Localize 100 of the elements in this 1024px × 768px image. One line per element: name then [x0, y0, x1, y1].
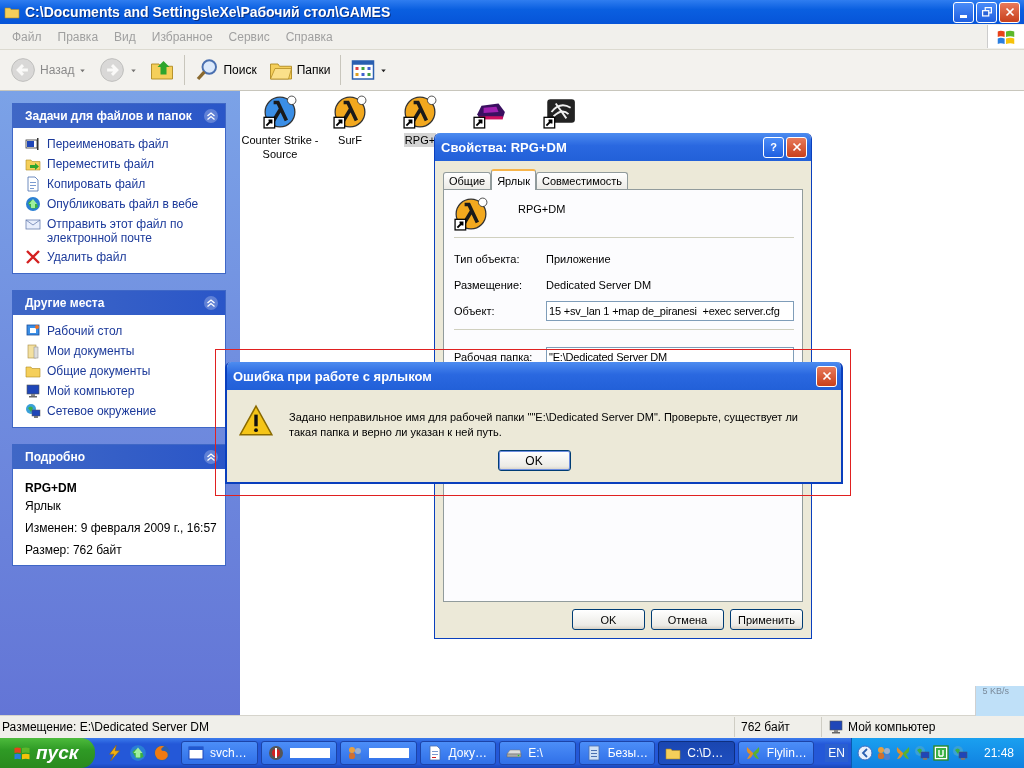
butterfly-icon [744, 745, 761, 761]
dialog-button[interactable]: OK [572, 609, 645, 630]
help-button[interactable]: ? [763, 136, 784, 158]
dialog-title: Свойства: RPG+DM [441, 139, 568, 155]
task-link[interactable]: Мои документы [47, 343, 135, 358]
file-label[interactable]: Counter Strike - Source [237, 133, 323, 161]
detail-line: Размер: 762 байт [25, 543, 123, 557]
window-icon [187, 745, 204, 761]
panel-header[interactable]: Подробно [13, 445, 225, 469]
panel-title: Задачи для файлов и папок [25, 109, 192, 123]
close-button[interactable] [786, 136, 807, 158]
language-indicator[interactable]: EN [825, 744, 848, 762]
task-link[interactable]: Опубликовать файл в вебе [47, 196, 199, 211]
lambda-icon [403, 95, 437, 129]
notepad-icon [585, 745, 602, 761]
restore-button[interactable] [976, 1, 997, 23]
panel-header[interactable]: Задачи для файлов и папок [13, 104, 225, 128]
document-icon [426, 745, 443, 761]
quick-launch-button[interactable] [127, 743, 148, 763]
taskbar-button[interactable] [340, 741, 417, 765]
start-button[interactable]: пуск [0, 738, 95, 768]
task-link[interactable]: Сетевое окружение [47, 403, 157, 418]
taskbar-button[interactable]: svch… [180, 741, 258, 765]
delete-icon [25, 249, 41, 265]
lambda-icon [454, 197, 488, 231]
search-button[interactable]: Поиск [191, 56, 261, 84]
globe-icon [25, 196, 41, 212]
window-title: C:\Documents and Settings\eXe\Рабочий стол\GAMES [25, 4, 392, 20]
network-icon [952, 745, 968, 761]
taskbar-button[interactable]: E:\ [499, 741, 576, 765]
document-icon [25, 176, 41, 192]
file-type: Ярлык [25, 499, 62, 513]
task-link[interactable]: Переместить файл [47, 156, 155, 171]
redaction-bar [369, 748, 410, 758]
globe-icon [128, 744, 147, 762]
field-value: Dedicated Server DM [546, 279, 652, 291]
ok-button[interactable]: OK [497, 450, 571, 471]
minimize-button[interactable] [953, 1, 974, 23]
panel-title: Подробно [25, 450, 86, 464]
butterfly-icon [895, 745, 911, 761]
taskbar-button[interactable]: Безы… [578, 741, 656, 765]
taskbar-button[interactable]: Доку… [419, 741, 497, 765]
task-link[interactable]: Общие документы [47, 363, 151, 378]
folder-icon [25, 363, 41, 379]
network-icon [25, 403, 41, 419]
people-icon [876, 745, 892, 761]
field-label: Рабочая папка: [454, 352, 534, 363]
collapse-icon [203, 108, 219, 124]
dialog-title: Ошибка при работе с ярлыком [233, 368, 433, 384]
error-message: Задано неправильное имя для рабочей папки ""E:\Dedicated Server DM". Проверьте, существует ли такая папка и верно ли указан к ней путь. [289, 410, 800, 440]
torrent-icon [933, 745, 949, 761]
tray-button[interactable] [913, 744, 931, 762]
restore-icon [979, 5, 994, 19]
computer-icon [828, 719, 844, 735]
field-value: Приложение [546, 253, 611, 265]
field-label: Размещение: [454, 279, 524, 291]
taskbar-button[interactable]: C:\D… [658, 741, 735, 765]
warning-icon [239, 404, 273, 438]
task-link[interactable]: Рабочий стол [47, 323, 123, 338]
field-label: Объект: [454, 305, 496, 317]
tab[interactable]: Общие [443, 172, 492, 189]
back-icon [10, 57, 36, 83]
tab[interactable]: Ярлык [491, 169, 536, 190]
tray-button[interactable] [951, 744, 969, 762]
panel-title: Другие места [25, 296, 105, 310]
status-text: 762 байт [741, 720, 790, 734]
search-icon [195, 58, 220, 82]
close-button[interactable] [816, 365, 837, 387]
tab[interactable]: Совместимость [536, 172, 629, 189]
close-button[interactable] [999, 1, 1020, 23]
file-label[interactable]: RPG+ [403, 133, 437, 147]
tray-button[interactable] [932, 744, 950, 762]
move-file-icon [25, 156, 41, 172]
taskbar-button[interactable] [260, 741, 338, 765]
panel-header[interactable]: Другие места [13, 291, 225, 315]
minimize-icon [960, 14, 967, 18]
clock: 21:48 [984, 746, 1015, 760]
input-field[interactable]: 15 +sv_lan 1 +map de_piranesi +exec server.cfg [546, 301, 794, 321]
rename-icon [25, 136, 41, 152]
envelope-icon [25, 216, 41, 232]
task-link[interactable]: Удалить файл [47, 249, 127, 264]
people-icon [347, 745, 364, 761]
meter-reading: 5 KB/s [982, 686, 1009, 696]
folders-button[interactable]: Папки [264, 56, 335, 84]
detail-line: Изменен: 9 февраля 2009 г., 16:57 [25, 521, 217, 535]
task-link[interactable]: Мой компьютер [47, 383, 135, 398]
folder-up-icon [150, 58, 175, 82]
task-link[interactable]: Переименовать файл [47, 136, 169, 151]
dialog-button[interactable]: Применить [730, 609, 803, 630]
task-link[interactable]: Отправить этот файл по электронной почте [47, 216, 217, 245]
documents-folder-icon [25, 343, 41, 359]
folder-icon [4, 4, 20, 20]
forward-icon [99, 57, 126, 83]
task-link[interactable]: Копировать файл [47, 176, 146, 191]
dialog-button[interactable]: Отмена [651, 609, 724, 630]
lambda-icon [333, 95, 367, 129]
file-label[interactable]: SurF [337, 133, 363, 147]
taskbar-button[interactable]: Flylin… [737, 741, 815, 765]
network-icon [914, 745, 930, 761]
file-name: RPG+DM [25, 481, 78, 495]
